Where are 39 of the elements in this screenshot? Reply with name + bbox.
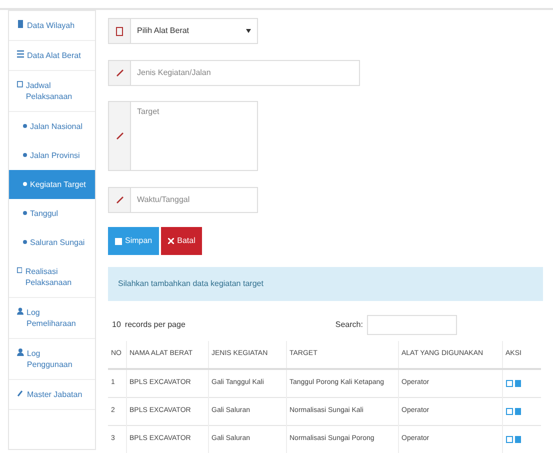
date-input[interactable]: Waktu/Tanggal xyxy=(131,188,257,212)
sidebar-item[interactable]: Jadwal Pelaksanaan xyxy=(9,71,95,112)
pencil-icon xyxy=(116,69,124,77)
sidebar-item[interactable]: Master Jabatan xyxy=(9,380,95,410)
save-button[interactable]: Simpan xyxy=(108,227,160,255)
sidebar-subitem[interactable]: Jalan Nasional xyxy=(9,112,95,141)
caret-icon xyxy=(246,29,251,33)
search-label: Search: xyxy=(335,319,363,331)
activity-input[interactable]: Jenis Kegiatan/Jalan xyxy=(131,61,359,85)
sidebar-item[interactable]: Log Penggunaan xyxy=(9,339,95,380)
activity-field[interactable]: Jenis Kegiatan/Jalan xyxy=(108,60,360,86)
bullet-icon xyxy=(23,211,27,215)
sidebar-item[interactable]: Data Alat Berat xyxy=(9,41,95,71)
pencil-icon xyxy=(116,132,124,140)
user-icon xyxy=(17,307,24,315)
sidebar-item[interactable]: Realisasi Pelaksanaan xyxy=(9,257,95,298)
sidebar-subitem[interactable]: Tanggul xyxy=(9,199,95,228)
date-field[interactable]: Waktu/Tanggal xyxy=(108,187,258,213)
cancel-button[interactable]: Batal xyxy=(161,227,202,255)
sidebar-subitem[interactable]: Saluran Sungai xyxy=(9,228,95,257)
sidebar-item[interactable]: Data Wilayah xyxy=(9,11,95,41)
target-input[interactable]: Target xyxy=(131,102,257,170)
page-size-select[interactable]: 10 xyxy=(112,319,121,331)
bullet-icon xyxy=(23,240,27,244)
list-icon xyxy=(17,50,24,58)
equipment-select[interactable]: Pilih Alat Berat xyxy=(108,18,258,44)
close-icon xyxy=(168,238,174,244)
sidebar-item[interactable]: Log Pemeliharaan xyxy=(9,298,95,339)
page-size-label: records per page xyxy=(124,319,186,331)
user-icon xyxy=(17,348,24,356)
sidebar-subitem[interactable]: Kegiatan Target xyxy=(9,170,95,199)
search-field[interactable] xyxy=(366,315,457,335)
bullet-icon xyxy=(23,153,27,157)
info-alert: Silahkan tambahkan data kegiatan target xyxy=(108,267,543,301)
pencil-icon xyxy=(116,196,124,204)
target-field[interactable]: Target xyxy=(108,101,258,171)
sidebar-subitem[interactable]: Jalan Provinsi xyxy=(9,141,95,170)
bullet-icon xyxy=(23,182,27,186)
bullet-icon xyxy=(23,124,27,128)
